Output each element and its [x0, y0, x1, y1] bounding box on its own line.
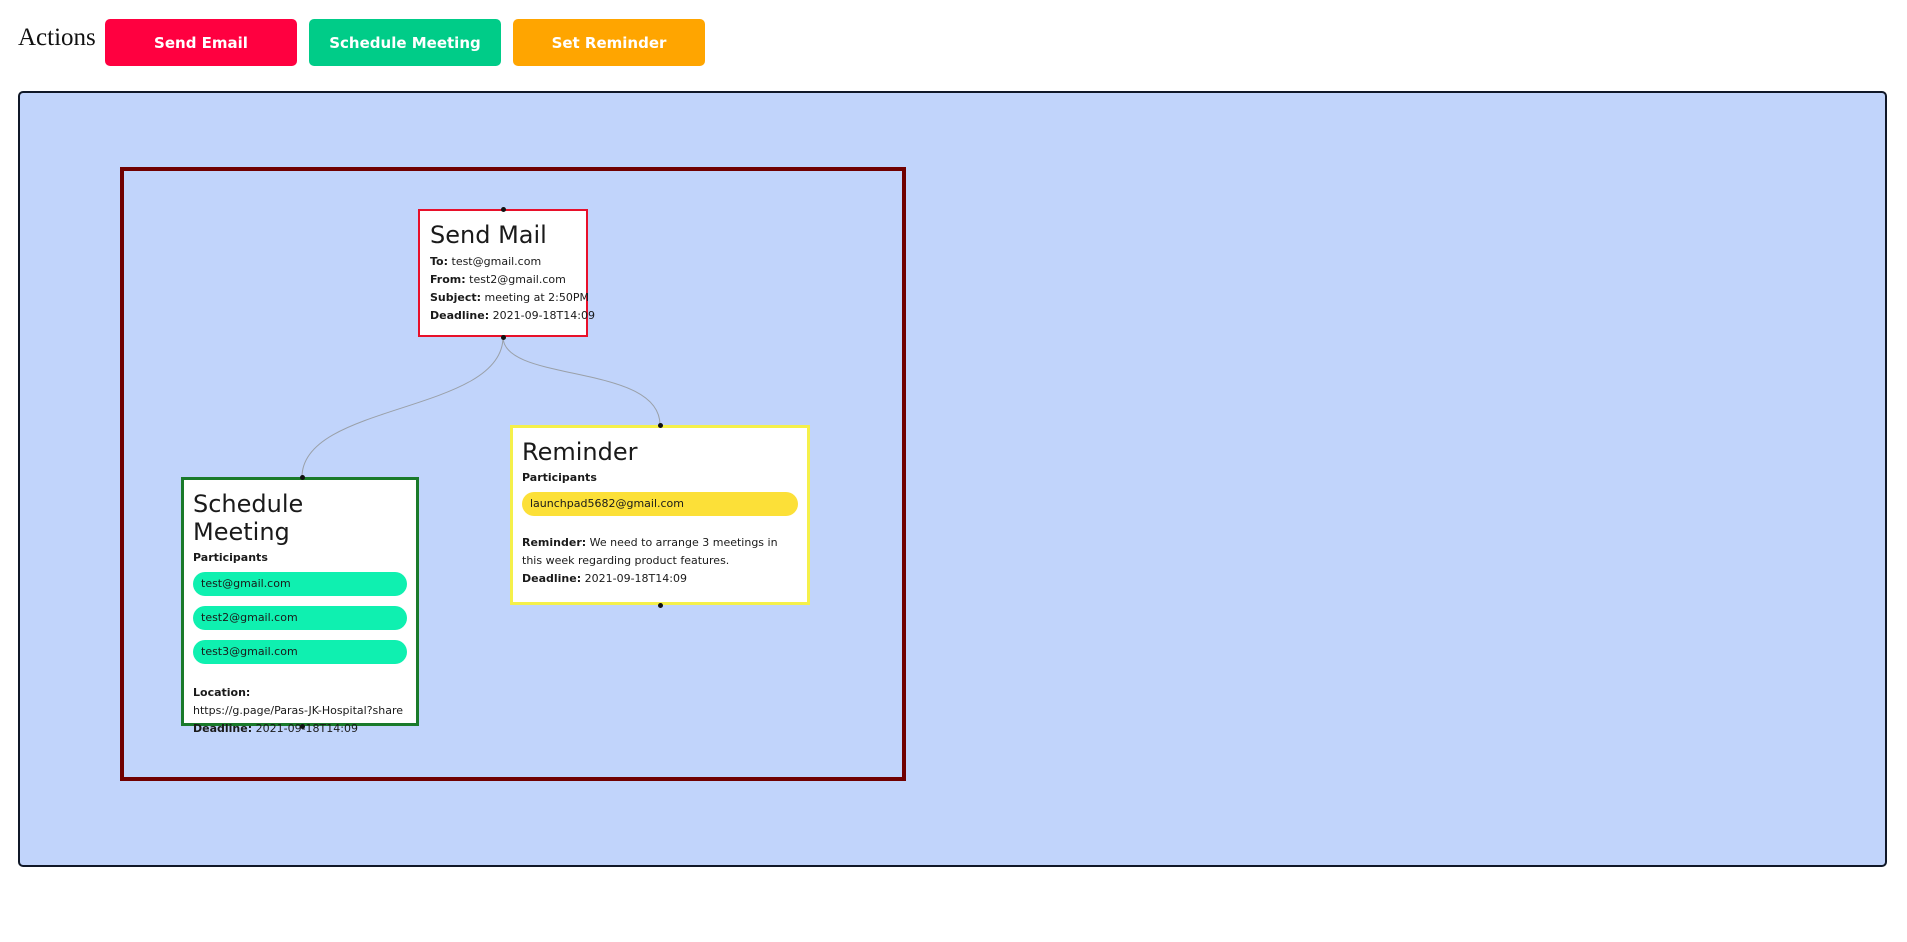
mail-output-handle[interactable]: [501, 335, 506, 340]
participant-chip[interactable]: test2@gmail.com: [193, 606, 407, 630]
meeting-input-handle[interactable]: [300, 475, 305, 480]
participant-chip[interactable]: test@gmail.com: [193, 572, 407, 596]
meeting-location-label: Location:: [193, 684, 407, 702]
field-value: 2021-09-18T14:09: [255, 722, 358, 735]
reminder-deadline-field: Deadline: 2021-09-18T14:09: [522, 570, 798, 588]
field-label: Location:: [193, 686, 251, 699]
reminder-output-handle[interactable]: [658, 603, 663, 608]
reminder-input-handle[interactable]: [658, 423, 663, 428]
field-value: meeting at 2:50PM: [484, 291, 589, 304]
participant-chip[interactable]: test3@gmail.com: [193, 640, 407, 664]
meeting-location-value: https://g.page/Paras-JK-Hospital?share: [193, 704, 404, 717]
set-reminder-button[interactable]: Set Reminder: [513, 19, 705, 66]
participants-label: Participants: [522, 471, 597, 484]
page-title: Actions: [18, 24, 96, 51]
participants-label: Participants: [193, 551, 268, 564]
field-value: test2@gmail.com: [469, 273, 566, 286]
mail-subject-field: Subject: meeting at 2:50PM: [430, 289, 589, 307]
mail-input-handle[interactable]: [501, 207, 506, 212]
reminder-text-field: Reminder: We need to arrange 3 meetings …: [522, 534, 798, 570]
field-label: Subject:: [430, 291, 482, 304]
field-label: From:: [430, 273, 466, 286]
participant-chip[interactable]: launchpad5682@gmail.com: [522, 492, 798, 516]
send-email-button[interactable]: Send Email: [105, 19, 297, 66]
meeting-deadline-field: Deadline: 2021-09-18T14:09: [193, 720, 407, 738]
field-label: Deadline:: [522, 572, 582, 585]
node-title: Schedule Meeting: [193, 490, 304, 546]
field-value: 2021-09-18T14:09: [492, 309, 595, 322]
reminder-node[interactable]: Reminder Participants launchpad5682@gmai…: [510, 425, 810, 605]
workflow-canvas[interactable]: Send Mail To: test@gmail.com From: test2…: [18, 91, 1887, 867]
node-title: Send Mail: [430, 221, 547, 249]
field-value: test@gmail.com: [451, 255, 542, 268]
schedule-meeting-button[interactable]: Schedule Meeting: [309, 19, 501, 66]
field-label: To:: [430, 255, 448, 268]
node-title: Reminder: [522, 438, 638, 466]
mail-to-field: To: test@gmail.com: [430, 253, 576, 271]
field-label: Reminder:: [522, 536, 587, 549]
field-label: Deadline:: [193, 722, 253, 735]
meeting-output-handle[interactable]: [300, 724, 305, 729]
field-value: 2021-09-18T14:09: [584, 572, 687, 585]
field-label: Deadline:: [430, 309, 490, 322]
mail-from-field: From: test2@gmail.com: [430, 271, 576, 289]
mail-deadline-field: Deadline: 2021-09-18T14:09: [430, 307, 595, 325]
schedule-meeting-node[interactable]: Schedule Meeting Participants test@gmail…: [181, 477, 419, 735]
send-mail-node[interactable]: Send Mail To: test@gmail.com From: test2…: [418, 209, 595, 337]
